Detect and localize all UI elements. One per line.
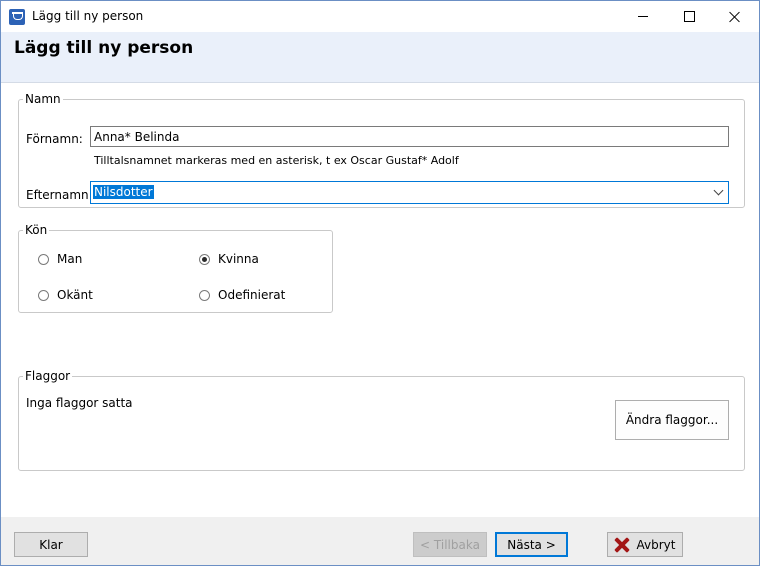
chevron-down-icon[interactable] bbox=[713, 185, 724, 196]
minimize-icon bbox=[638, 16, 648, 17]
window-title: Lägg till ny person bbox=[32, 9, 144, 23]
name-group-legend: Namn bbox=[25, 92, 61, 106]
gender-radio-man[interactable]: Man bbox=[38, 252, 82, 266]
cancel-x-icon bbox=[615, 538, 629, 552]
nickname-hint: Tilltalsnamnet markeras med en asterisk,… bbox=[94, 154, 459, 167]
next-button[interactable]: Nästa > bbox=[495, 532, 568, 557]
first-name-label: Förnamn: bbox=[26, 132, 83, 146]
name-group: Namn Förnamn: Tilltalsnamnet markeras me… bbox=[18, 92, 745, 208]
gender-label-man: Man bbox=[57, 252, 83, 266]
dialog-window: Lägg till ny person Lägg till ny person … bbox=[0, 0, 760, 566]
maximize-button[interactable] bbox=[666, 1, 712, 32]
close-icon bbox=[729, 11, 741, 23]
gender-label-odefinierat: Odefinierat bbox=[218, 288, 286, 302]
radio-button-icon[interactable] bbox=[199, 289, 210, 301]
gender-radio-odefinierat[interactable]: Odefinierat bbox=[199, 288, 285, 302]
last-name-value: Nilsdotter bbox=[93, 185, 154, 199]
title-bar[interactable]: Lägg till ny person bbox=[1, 1, 759, 32]
app-icon bbox=[9, 9, 25, 25]
flags-group-legend: Flaggor bbox=[25, 369, 71, 383]
gender-group-legend: Kön bbox=[25, 223, 48, 237]
gender-label-kvinna: Kvinna bbox=[218, 252, 259, 266]
gender-label-okant: Okänt bbox=[57, 288, 93, 302]
page-title: Lägg till ny person bbox=[14, 38, 194, 58]
first-name-input[interactable] bbox=[90, 126, 729, 147]
close-button[interactable] bbox=[712, 1, 758, 32]
gender-radio-kvinna[interactable]: Kvinna bbox=[199, 252, 259, 266]
wizard-header: Lägg till ny person bbox=[1, 32, 759, 83]
gender-group: Kön Man Kvinna Okänt Odefinierat bbox=[18, 223, 333, 313]
radio-button-icon[interactable] bbox=[38, 253, 49, 265]
wizard-footer: Klar < Tillbaka Nästa > Avbryt bbox=[1, 517, 759, 565]
finish-button[interactable]: Klar bbox=[14, 532, 88, 557]
minimize-button[interactable] bbox=[620, 1, 666, 32]
cancel-button[interactable]: Avbryt bbox=[607, 532, 683, 557]
radio-button-selected-icon[interactable] bbox=[199, 253, 210, 265]
maximize-icon bbox=[683, 11, 695, 22]
radio-button-icon[interactable] bbox=[38, 289, 49, 301]
cancel-label: Avbryt bbox=[636, 537, 676, 552]
flags-status: Inga flaggor satta bbox=[26, 396, 133, 410]
gender-radio-okant[interactable]: Okänt bbox=[38, 288, 93, 302]
last-name-combobox[interactable]: Nilsdotter bbox=[90, 181, 729, 204]
wizard-content: Namn Förnamn: Tilltalsnamnet markeras me… bbox=[1, 83, 759, 517]
edit-flags-button[interactable]: Ändra flaggor... bbox=[615, 400, 729, 440]
last-name-label: Efternamn: bbox=[26, 188, 93, 202]
back-button[interactable]: < Tillbaka bbox=[413, 532, 487, 557]
flags-group: Flaggor Inga flaggor satta Ändra flaggor… bbox=[18, 369, 745, 471]
